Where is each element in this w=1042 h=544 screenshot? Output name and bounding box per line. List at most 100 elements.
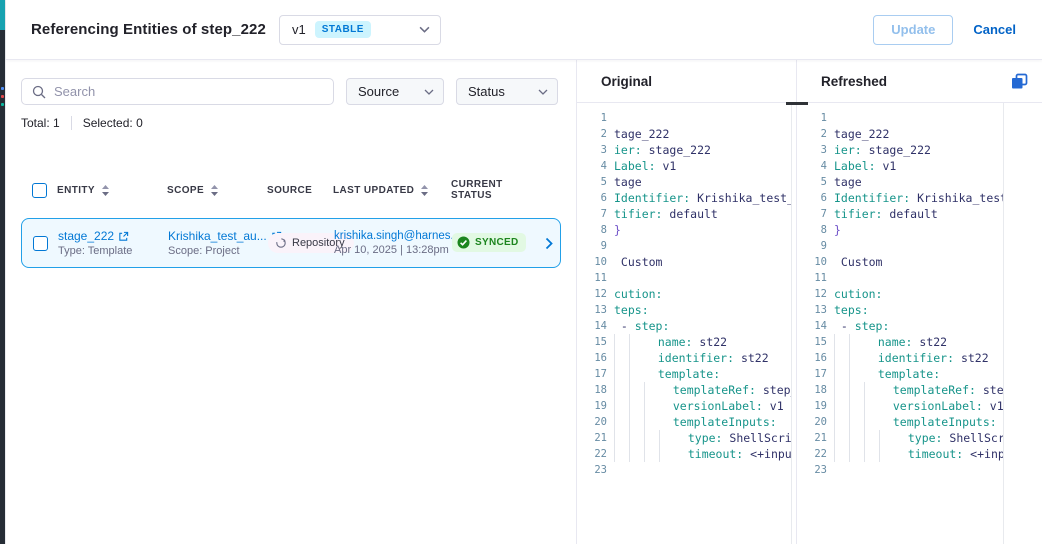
line-number: 14	[577, 318, 607, 334]
code-line: 3ier: stage_222	[797, 142, 1003, 158]
sort-icon[interactable]	[420, 185, 429, 196]
column-header-last-updated[interactable]: LAST UPDATED	[333, 185, 451, 196]
line-number: 17	[577, 366, 607, 382]
code-token: <+input>	[750, 446, 791, 462]
code-line: 17 template:	[577, 366, 791, 382]
source-cell: Repository	[268, 233, 334, 254]
code-line: 22 timeout: <+input>	[797, 446, 1003, 462]
code-token: Label:	[834, 158, 882, 174]
line-number: 20	[797, 414, 827, 430]
column-label: SOURCE	[267, 185, 312, 196]
code-token: Custom	[614, 254, 662, 270]
column-header-scope[interactable]: SCOPE	[167, 185, 267, 196]
line-number: 14	[797, 318, 827, 334]
code-token: stage_222	[869, 142, 931, 158]
code-token: versionLabel:	[659, 398, 770, 414]
line-number: 16	[797, 350, 827, 366]
code-line: 12cution:	[797, 286, 1003, 302]
search-box	[21, 78, 334, 105]
line-number: 3	[577, 142, 607, 158]
check-circle-icon	[457, 236, 470, 249]
code-lines-left: 12tage_2223ier: stage_2224Label: v15tage…	[577, 110, 791, 544]
status-filter-dropdown[interactable]: Status	[456, 78, 558, 105]
code-line: 23	[797, 462, 1003, 478]
code-line: 18 templateRef: step_222	[797, 382, 1003, 398]
background-dot	[1, 95, 4, 98]
horizontal-scrollbar-thumb[interactable]	[786, 102, 808, 105]
line-number: 4	[577, 158, 607, 174]
indent-guide	[864, 414, 879, 430]
code-token: identifier:	[644, 350, 741, 366]
scope-link[interactable]: Krishika_test_au...	[168, 229, 267, 243]
sort-icon[interactable]	[101, 185, 110, 196]
indent-guide	[629, 446, 644, 462]
code-token: tifier:	[614, 206, 669, 222]
row-expand-button[interactable]	[538, 237, 560, 250]
status-cell: SYNCED	[452, 233, 538, 254]
source-filter-dropdown[interactable]: Source	[346, 78, 444, 105]
version-selector[interactable]: v1 STABLE	[279, 15, 441, 45]
line-number: 18	[797, 382, 827, 398]
copy-button[interactable]	[1011, 73, 1028, 90]
code-line: 21 type: ShellScript	[797, 430, 1003, 446]
indent-guide	[834, 350, 849, 366]
line-number: 12	[577, 286, 607, 302]
column-label: CURRENT STATUS	[451, 179, 540, 201]
background-app-edge	[0, 0, 5, 544]
external-link-icon[interactable]	[118, 231, 129, 242]
sort-icon[interactable]	[210, 185, 219, 196]
line-number: 9	[577, 238, 607, 254]
line-number: 23	[577, 462, 607, 478]
code-line: 11	[577, 270, 791, 286]
background-dot	[1, 87, 4, 90]
code-line: 13teps:	[797, 302, 1003, 318]
line-number: 22	[577, 446, 607, 462]
line-number: 2	[797, 126, 827, 142]
indent-guide	[864, 382, 879, 398]
update-button[interactable]: Update	[873, 15, 953, 45]
line-number: 11	[577, 270, 607, 286]
select-all-checkbox[interactable]	[32, 183, 47, 198]
code-line: 1	[577, 110, 791, 126]
search-input[interactable]	[54, 84, 323, 99]
code-line: 1	[797, 110, 1003, 126]
line-number: 17	[797, 366, 827, 382]
indent-guide	[849, 334, 864, 350]
line-number: 8	[797, 222, 827, 238]
line-number: 7	[797, 206, 827, 222]
refreshed-code-editor[interactable]: 12tage_2223ier: stage_2224Label: v15tage…	[797, 103, 1042, 544]
indent-guide	[614, 382, 629, 398]
original-code-editor[interactable]: 12tage_2223ier: stage_2224Label: v15tage…	[577, 103, 796, 544]
code-token: -	[614, 318, 635, 334]
modal-container: Referencing Entities of step_222 v1 STAB…	[5, 0, 1042, 544]
code-token: tage	[834, 174, 862, 190]
code-token: tage_222	[614, 126, 669, 142]
column-header-entity[interactable]: ENTITY	[57, 185, 167, 196]
line-number: 10	[797, 254, 827, 270]
cancel-button[interactable]: Cancel	[973, 22, 1016, 37]
indent-guide	[644, 446, 659, 462]
code-token: -	[834, 318, 855, 334]
code-token: st22	[919, 334, 947, 350]
code-line: 16 identifier: st22	[577, 350, 791, 366]
code-line: 5tage	[797, 174, 1003, 190]
code-line: 7tifier: default	[797, 206, 1003, 222]
indent-guide	[849, 430, 864, 446]
version-value: v1	[292, 22, 306, 37]
selected-count: Selected: 0	[83, 116, 143, 130]
refreshed-title: Refreshed	[821, 74, 887, 89]
code-line: 10 Custom	[577, 254, 791, 270]
totals-row: Total: 1 Selected: 0	[21, 116, 576, 130]
indent-guide	[849, 446, 864, 462]
code-token: st22	[699, 334, 727, 350]
code-token: identifier:	[864, 350, 961, 366]
code-token: v1	[662, 158, 676, 174]
table-row[interactable]: stage_222 Type: Template Krishika_test_a…	[21, 218, 561, 268]
code-token: name:	[644, 334, 699, 350]
modal-header: Referencing Entities of step_222 v1 STAB…	[6, 0, 1042, 60]
entity-link[interactable]: stage_222	[58, 229, 114, 243]
indent-guide	[614, 350, 629, 366]
row-checkbox[interactable]	[33, 236, 48, 251]
line-number: 20	[577, 414, 607, 430]
repository-icon	[275, 237, 287, 249]
